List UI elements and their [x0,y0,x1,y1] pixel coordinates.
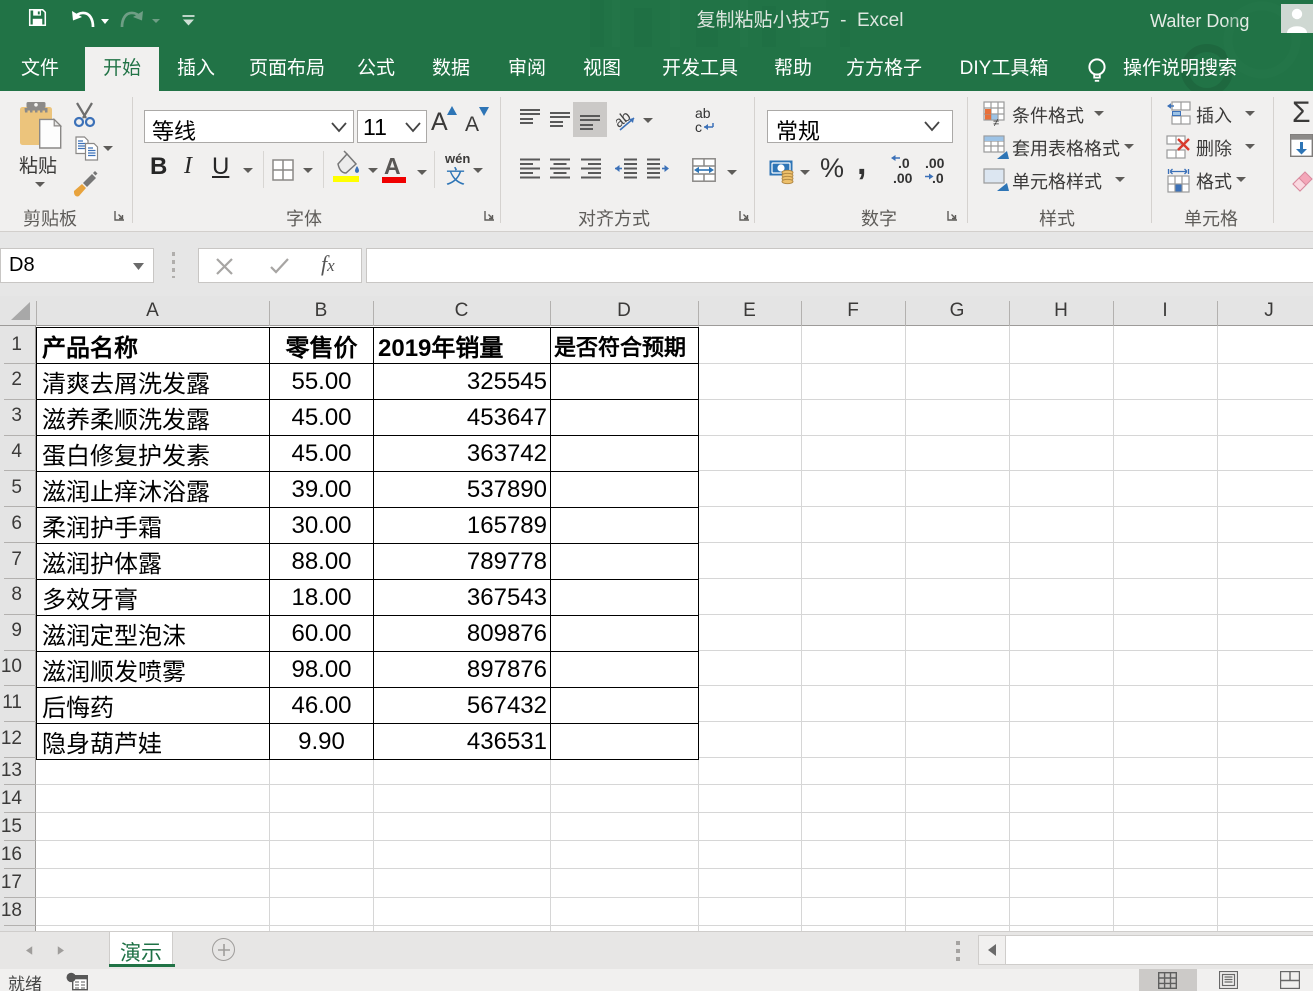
svg-text:.0: .0 [932,170,944,185]
svg-text:≠: ≠ [993,117,999,127]
svg-text:.00: .00 [893,170,913,185]
svg-text:.00: .00 [925,155,945,171]
svg-text:c: c [695,119,702,135]
